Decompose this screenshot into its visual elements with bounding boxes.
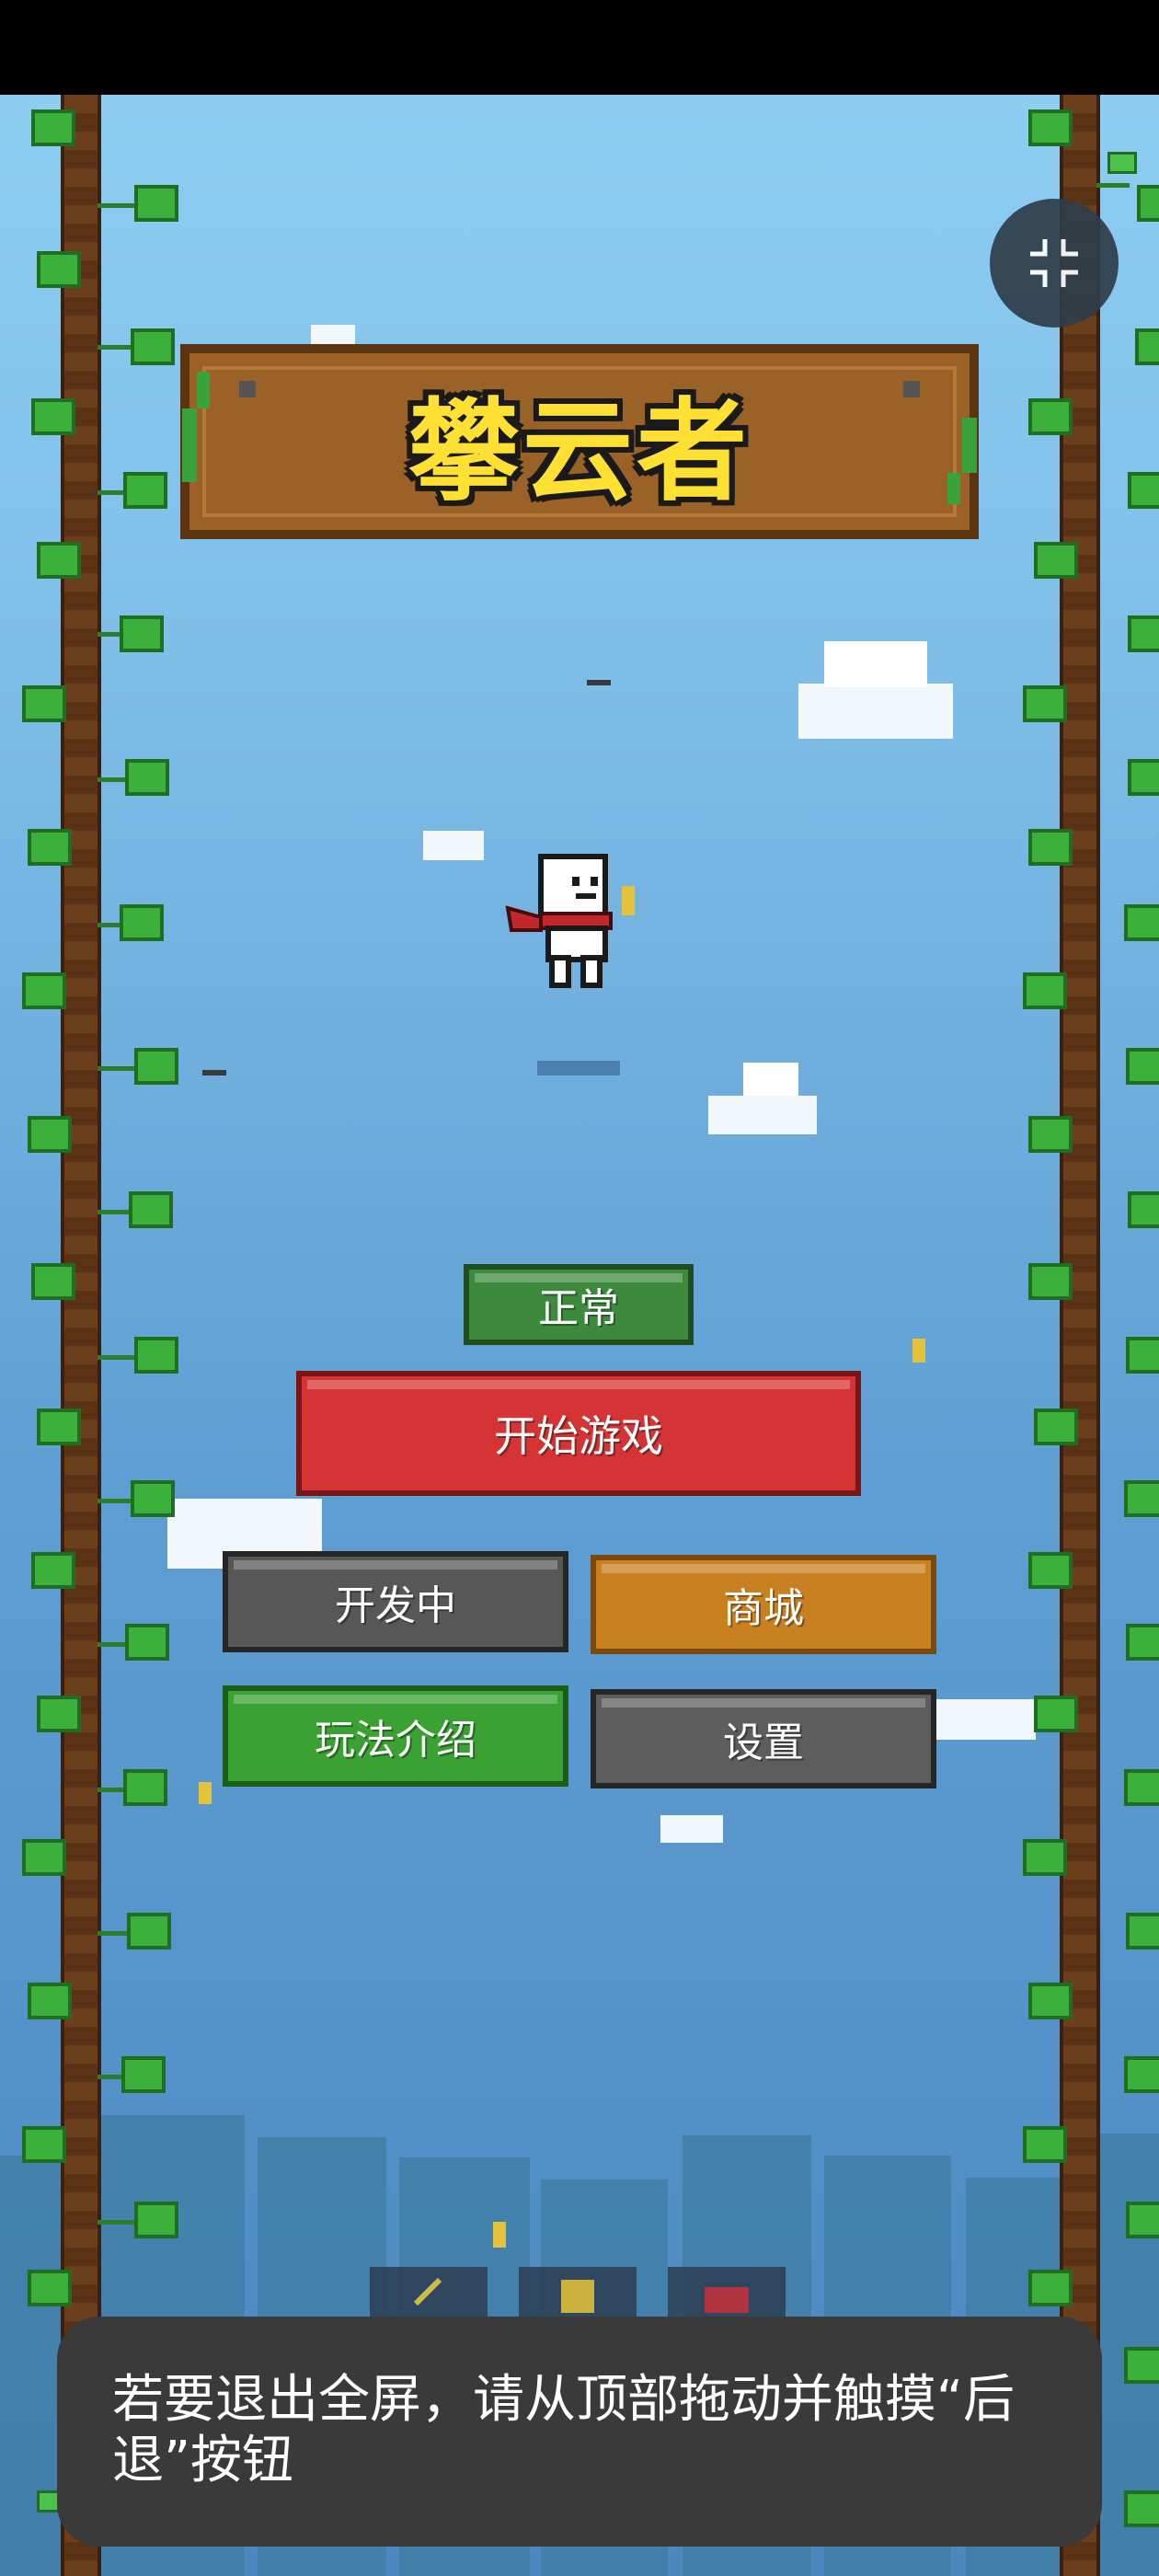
- sparkle: [622, 886, 635, 915]
- status-bar: [0, 0, 1159, 95]
- cloud: [824, 641, 927, 687]
- shop-button[interactable]: 商城: [591, 1555, 936, 1654]
- cloud: [423, 831, 484, 860]
- shadow-platform: [537, 1061, 620, 1075]
- in-development-label: 开发中: [335, 1582, 456, 1629]
- title-board: 攀云者: [180, 344, 979, 539]
- fullscreen-toast: 若要退出全屏，请从顶部拖动并触摸“后退”按钮: [57, 2317, 1102, 2547]
- cloud: [311, 325, 355, 345]
- cloud: [935, 1699, 1036, 1740]
- in-development-button[interactable]: 开发中: [223, 1551, 568, 1652]
- sparkle: [199, 1782, 212, 1804]
- cloud: [708, 1096, 817, 1134]
- toast-message: 若要退出全屏，请从顶部拖动并触摸“后退”按钮: [112, 2370, 1016, 2490]
- right-vine: [1060, 95, 1100, 2576]
- left-vine: [61, 95, 101, 2576]
- game-title: 攀云者: [408, 388, 751, 516]
- sparkle: [493, 2222, 506, 2248]
- how-to-play-label: 玩法介绍: [315, 1717, 476, 1764]
- exit-fullscreen-icon: [1030, 239, 1078, 287]
- shop-label: 商城: [723, 1585, 804, 1632]
- bird: [202, 1070, 226, 1075]
- player-character: [505, 854, 613, 988]
- difficulty-mode-label: 正常: [538, 1285, 619, 1332]
- cloud: [743, 1063, 798, 1096]
- settings-button[interactable]: 设置: [591, 1689, 936, 1788]
- how-to-play-button[interactable]: 玩法介绍: [223, 1685, 568, 1787]
- trophy-icon: [561, 2280, 594, 2313]
- exit-fullscreen-button[interactable]: [990, 199, 1119, 328]
- settings-label: 设置: [723, 1719, 804, 1766]
- difficulty-mode-button[interactable]: 正常: [464, 1264, 694, 1345]
- bird: [587, 680, 611, 685]
- cloud: [798, 684, 953, 739]
- cloud: [660, 1815, 723, 1843]
- start-game-button[interactable]: 开始游戏: [296, 1371, 861, 1496]
- sword-icon: [413, 2277, 442, 2306]
- bow-icon: [705, 2287, 749, 2313]
- start-game-label: 开始游戏: [494, 1411, 663, 1461]
- sparkle: [912, 1339, 925, 1363]
